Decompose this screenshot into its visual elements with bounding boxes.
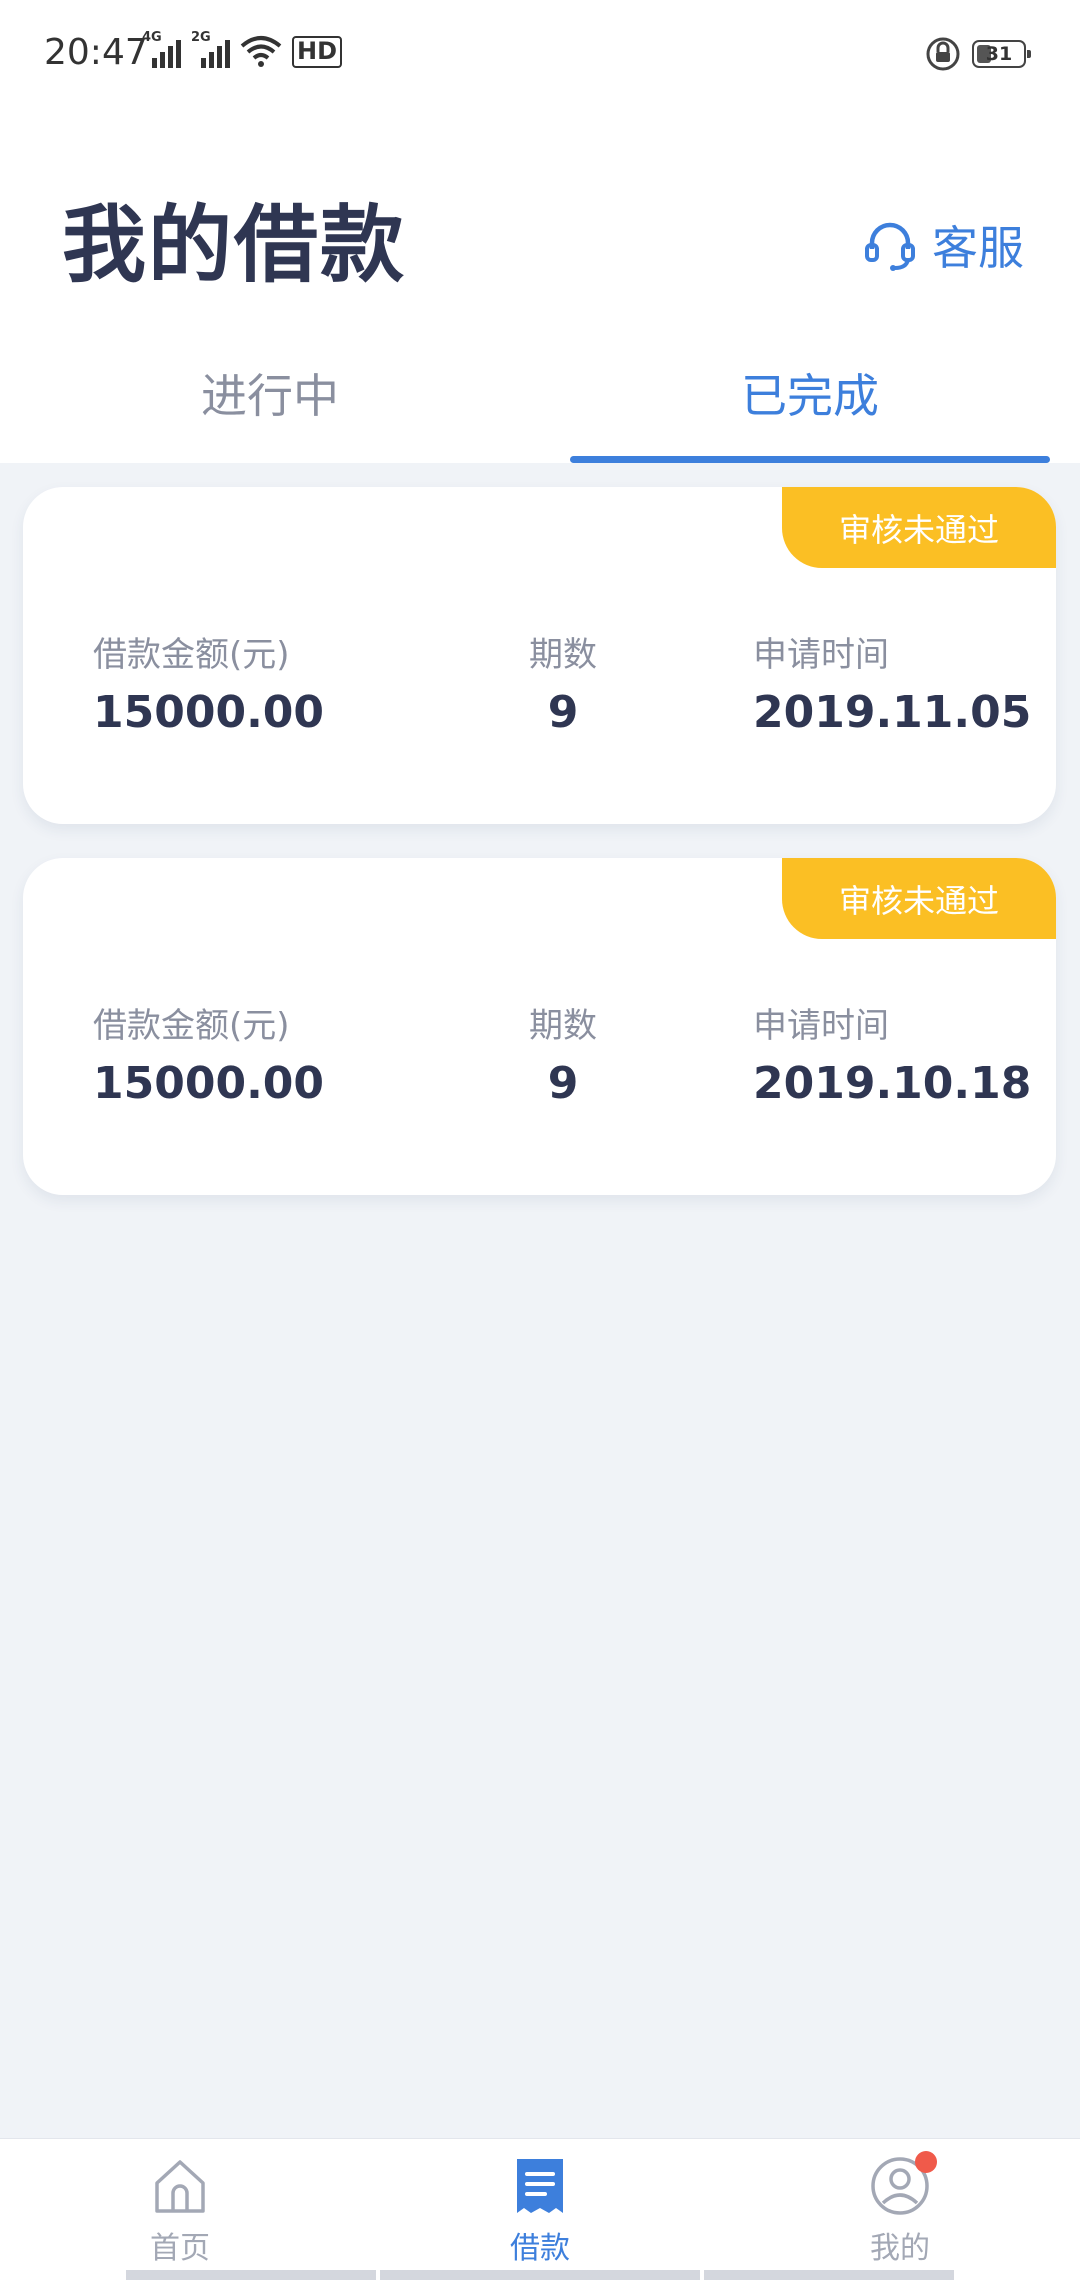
tab-completed[interactable]: 已完成 bbox=[660, 360, 960, 426]
loan-amount: 15000.00 bbox=[93, 687, 325, 738]
loan-periods-label: 期数 bbox=[529, 635, 597, 675]
user-profile-icon bbox=[869, 2151, 937, 2217]
home-icon bbox=[155, 2160, 205, 2213]
loan-card[interactable]: 审核未通过 借款金额(元) 15000.00 期数 9 申请时间 2019.10… bbox=[23, 858, 1056, 1195]
loan-periods-label: 期数 bbox=[529, 1006, 597, 1046]
customer-service-button[interactable]: 客服 bbox=[862, 212, 1024, 278]
active-tab-indicator bbox=[570, 456, 1050, 463]
hd-voice-icon: HD bbox=[292, 36, 343, 68]
nav-item-mine[interactable]: 我的 bbox=[800, 2151, 1000, 2267]
status-icons: 4G 2G HD bbox=[142, 30, 343, 68]
nav-item-home[interactable]: 首页 bbox=[80, 2155, 280, 2267]
loan-status-badge: 审核未通过 bbox=[782, 487, 1056, 568]
nav-item-loan[interactable]: 借款 bbox=[440, 2155, 640, 2267]
loan-date-label: 申请时间 bbox=[753, 1006, 889, 1046]
nav-label-mine: 我的 bbox=[870, 2231, 930, 2266]
status-time: 20:47 bbox=[44, 32, 148, 73]
system-nav-bar bbox=[380, 2270, 700, 2280]
signal-icon: 2G bbox=[191, 30, 230, 68]
nav-label-loan: 借款 bbox=[510, 2231, 570, 2266]
system-nav-bar bbox=[126, 2270, 376, 2280]
page-title: 我的借款 bbox=[62, 196, 407, 294]
bottom-navigation: 首页 借款 我的 bbox=[0, 2138, 1080, 2281]
loan-periods: 9 bbox=[547, 687, 579, 738]
loan-date-label: 申请时间 bbox=[753, 635, 889, 675]
loan-amount-label: 借款金额(元) bbox=[93, 635, 290, 675]
signal-network-label: 4G bbox=[142, 30, 162, 45]
system-nav-bar bbox=[704, 2270, 954, 2280]
rotation-lock-icon bbox=[926, 37, 960, 71]
signal-network-label: 2G bbox=[191, 30, 211, 45]
headset-icon bbox=[865, 222, 915, 271]
loan-status-badge: 审核未通过 bbox=[782, 858, 1056, 939]
signal-icon: 4G bbox=[142, 30, 181, 68]
wifi-icon bbox=[240, 36, 282, 67]
battery-icon: 31 bbox=[972, 40, 1031, 68]
customer-service-label: 客服 bbox=[932, 221, 1024, 275]
loan-date: 2019.11.05 bbox=[753, 687, 1032, 738]
loan-amount: 15000.00 bbox=[93, 1058, 325, 1109]
battery-level: 31 bbox=[985, 43, 1013, 65]
nav-label-home: 首页 bbox=[150, 2231, 210, 2266]
loan-amount-label: 借款金额(元) bbox=[93, 1006, 290, 1046]
loan-document-icon bbox=[517, 2159, 563, 2213]
notification-dot bbox=[915, 2151, 937, 2173]
loan-date: 2019.10.18 bbox=[753, 1058, 1032, 1109]
tab-in-progress[interactable]: 进行中 bbox=[120, 360, 420, 426]
loan-periods: 9 bbox=[547, 1058, 579, 1109]
loan-card[interactable]: 审核未通过 借款金额(元) 15000.00 期数 9 申请时间 2019.11… bbox=[23, 487, 1056, 824]
